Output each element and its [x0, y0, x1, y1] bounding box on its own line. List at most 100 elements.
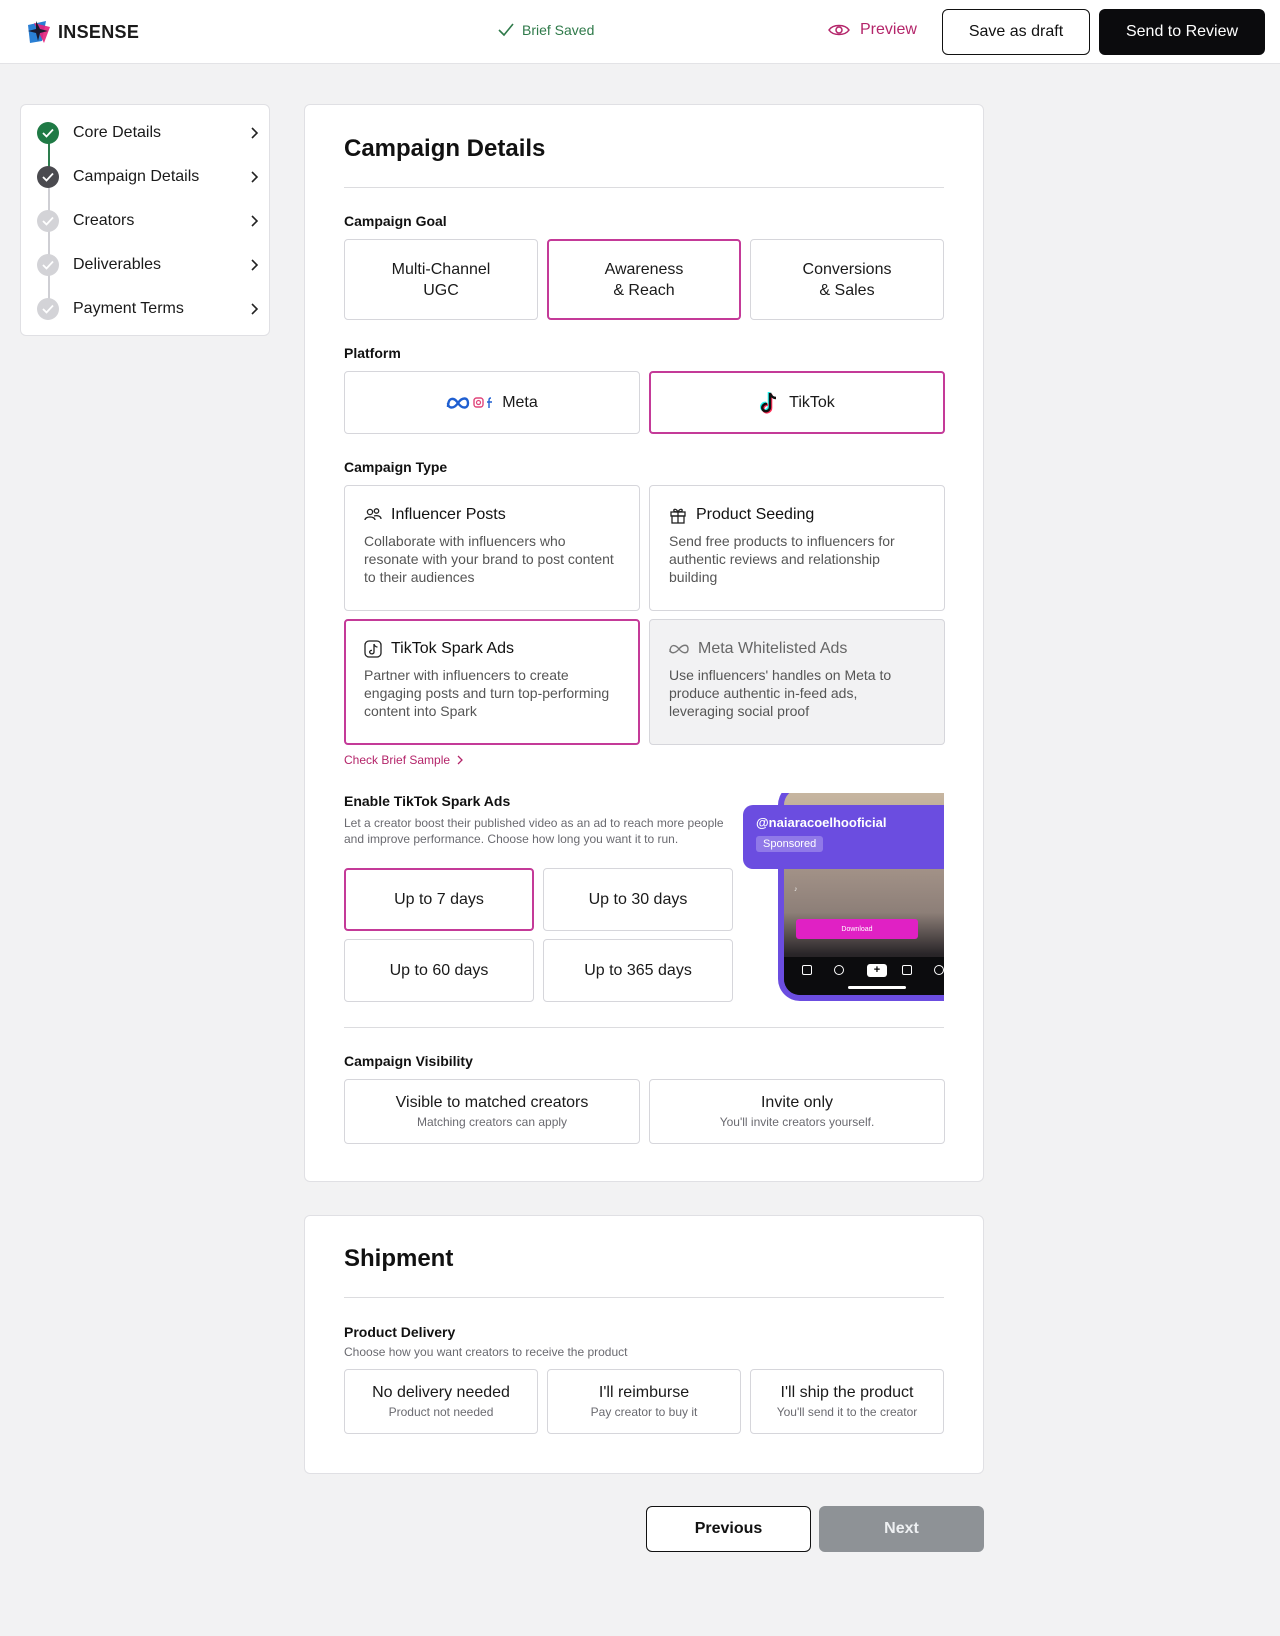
create-icon: + — [867, 964, 887, 977]
visibility-option-invite-only[interactable]: Invite only You'll invite creators yours… — [649, 1079, 945, 1144]
preview-label: Preview — [860, 21, 917, 38]
step-label: Creators — [73, 212, 135, 229]
type-title: TikTok Spark Ads — [391, 640, 515, 657]
next-button[interactable]: Next — [819, 1506, 984, 1552]
step-label: Payment Terms — [73, 300, 184, 317]
delivery-option-ship[interactable]: I'll ship the product You'll send it to … — [750, 1369, 944, 1434]
preview-button[interactable]: Preview — [828, 21, 917, 39]
type-title: Product Seeding — [696, 506, 815, 523]
step-label: Campaign Details — [73, 168, 200, 185]
spark-ads-description: Let a creator boost their published vide… — [344, 816, 724, 846]
step-label: Core Details — [73, 124, 162, 141]
goal-option-multichannel-ugc[interactable]: Multi-Channel UGC — [344, 239, 538, 320]
type-description: Collaborate with influencers who resonat… — [364, 533, 614, 585]
type-description: Use influencers' handles on Meta to prod… — [669, 667, 892, 719]
divider — [344, 187, 944, 188]
spark-ads-label: Enable TikTok Spark Ads — [344, 793, 511, 809]
check-circle-icon — [37, 210, 59, 232]
visibility-option-matched[interactable]: Visible to matched creators Matching cre… — [344, 1079, 640, 1144]
insense-logo[interactable]: INSENSE — [26, 19, 139, 45]
spark-ads-preview-image: ♪ Download + @naiaracoelhooficial Sponso… — [743, 793, 944, 1001]
platform-label: Platform — [344, 345, 401, 361]
spark-option-30-days[interactable]: Up to 30 days — [543, 868, 733, 931]
product-delivery-sub: Choose how you want creators to receive … — [344, 1345, 628, 1359]
logo-text: INSENSE — [58, 21, 140, 42]
type-description: Send free products to influencers for au… — [669, 533, 895, 585]
campaign-type-label: Campaign Type — [344, 459, 448, 475]
profile-icon — [934, 965, 944, 975]
goal-option-awareness-reach[interactable]: Awareness & Reach — [547, 239, 741, 320]
brief-saved-status: Brief Saved — [498, 22, 594, 38]
shipment-title: Shipment — [344, 1245, 454, 1272]
steps-sidebar: Core Details Campaign Details Creators D… — [20, 104, 270, 336]
check-icon — [498, 23, 514, 37]
check-circle-icon — [37, 122, 59, 144]
video-overlay-text: ♪ — [794, 886, 798, 893]
step-label: Deliverables — [73, 256, 162, 273]
spark-option-365-days[interactable]: Up to 365 days — [543, 939, 733, 1002]
spark-option-7-days[interactable]: Up to 7 days — [344, 868, 534, 931]
check-circle-icon — [37, 254, 59, 276]
platform-meta-label: Meta — [502, 393, 538, 411]
top-bar: INSENSE Brief Saved Preview Save as draf… — [0, 0, 1280, 64]
goal-option-conversions-sales[interactable]: Conversions & Sales — [750, 239, 944, 320]
check-circle-icon — [37, 166, 59, 188]
chevron-right-icon — [251, 259, 259, 271]
type-option-influencer-posts[interactable]: Influencer Posts Collaborate with influe… — [344, 485, 640, 611]
delivery-option-none[interactable]: No delivery needed Product not needed — [344, 1369, 538, 1434]
send-to-review-button[interactable]: Send to Review — [1099, 9, 1265, 55]
check-brief-sample-link[interactable]: Check Brief Sample — [344, 753, 464, 767]
save-draft-button[interactable]: Save as draft — [942, 9, 1090, 55]
type-option-tiktok-spark-ads[interactable]: TikTok Spark Ads Partner with influencer… — [344, 619, 640, 745]
page-title: Campaign Details — [344, 135, 546, 162]
sponsored-badge: Sponsored — [756, 836, 824, 852]
type-description: Partner with influencers to create engag… — [364, 667, 610, 719]
step-deliverables[interactable]: Deliverables — [37, 249, 261, 281]
people-icon — [364, 508, 382, 521]
spark-option-60-days[interactable]: Up to 60 days — [344, 939, 534, 1002]
chevron-right-icon — [251, 171, 259, 183]
tiktok-icon — [364, 640, 382, 658]
previous-button[interactable]: Previous — [646, 1506, 811, 1552]
tiktok-logo-icon — [760, 391, 777, 414]
eye-icon — [828, 24, 850, 36]
chevron-right-icon — [457, 755, 463, 765]
inbox-icon — [902, 965, 912, 975]
platform-tiktok-label: TikTok — [789, 393, 835, 411]
chevron-right-icon — [251, 303, 259, 315]
shipment-card: Shipment Product Delivery Choose how you… — [304, 1215, 984, 1474]
step-payment-terms[interactable]: Payment Terms — [37, 293, 261, 325]
type-option-product-seeding[interactable]: Product Seeding Send free products to in… — [649, 485, 945, 611]
type-title: Influencer Posts — [391, 506, 506, 523]
gift-icon — [670, 508, 686, 524]
campaign-goal-label: Campaign Goal — [344, 213, 447, 229]
phone-nav-bar: + — [784, 957, 944, 995]
insense-logo-icon — [28, 21, 50, 43]
step-campaign-details[interactable]: Campaign Details — [37, 161, 261, 193]
platform-option-meta[interactable]: Meta — [344, 371, 640, 434]
brief-sample-label: Check Brief Sample — [344, 753, 451, 767]
platform-option-tiktok[interactable]: TikTok — [649, 371, 945, 434]
chevron-right-icon — [251, 215, 259, 227]
home-indicator — [848, 986, 906, 989]
sponsored-handle-bubble: @naiaracoelhooficial Sponsored — [743, 805, 944, 869]
divider — [344, 1297, 944, 1298]
step-creators[interactable]: Creators — [37, 205, 261, 237]
product-delivery-label: Product Delivery — [344, 1324, 456, 1340]
download-cta: Download — [796, 919, 918, 939]
type-title: Meta Whitelisted Ads — [698, 640, 848, 657]
search-icon — [834, 965, 844, 975]
campaign-visibility-label: Campaign Visibility — [344, 1053, 473, 1069]
home-icon — [802, 965, 812, 975]
delivery-option-reimburse[interactable]: I'll reimburse Pay creator to buy it — [547, 1369, 741, 1434]
chevron-right-icon — [251, 127, 259, 139]
creator-handle: @naiaracoelhooficial — [756, 815, 887, 830]
type-option-meta-whitelisted-ads[interactable]: Meta Whitelisted Ads Use influencers' ha… — [649, 619, 945, 745]
check-circle-icon — [37, 298, 59, 320]
meta-icon — [669, 644, 689, 654]
meta-logo-icon — [447, 396, 493, 409]
step-core-details[interactable]: Core Details — [37, 117, 261, 149]
brief-saved-label: Brief Saved — [522, 22, 595, 38]
campaign-details-card: Campaign Details Campaign Goal Multi-Cha… — [304, 104, 984, 1182]
divider — [344, 1027, 944, 1028]
